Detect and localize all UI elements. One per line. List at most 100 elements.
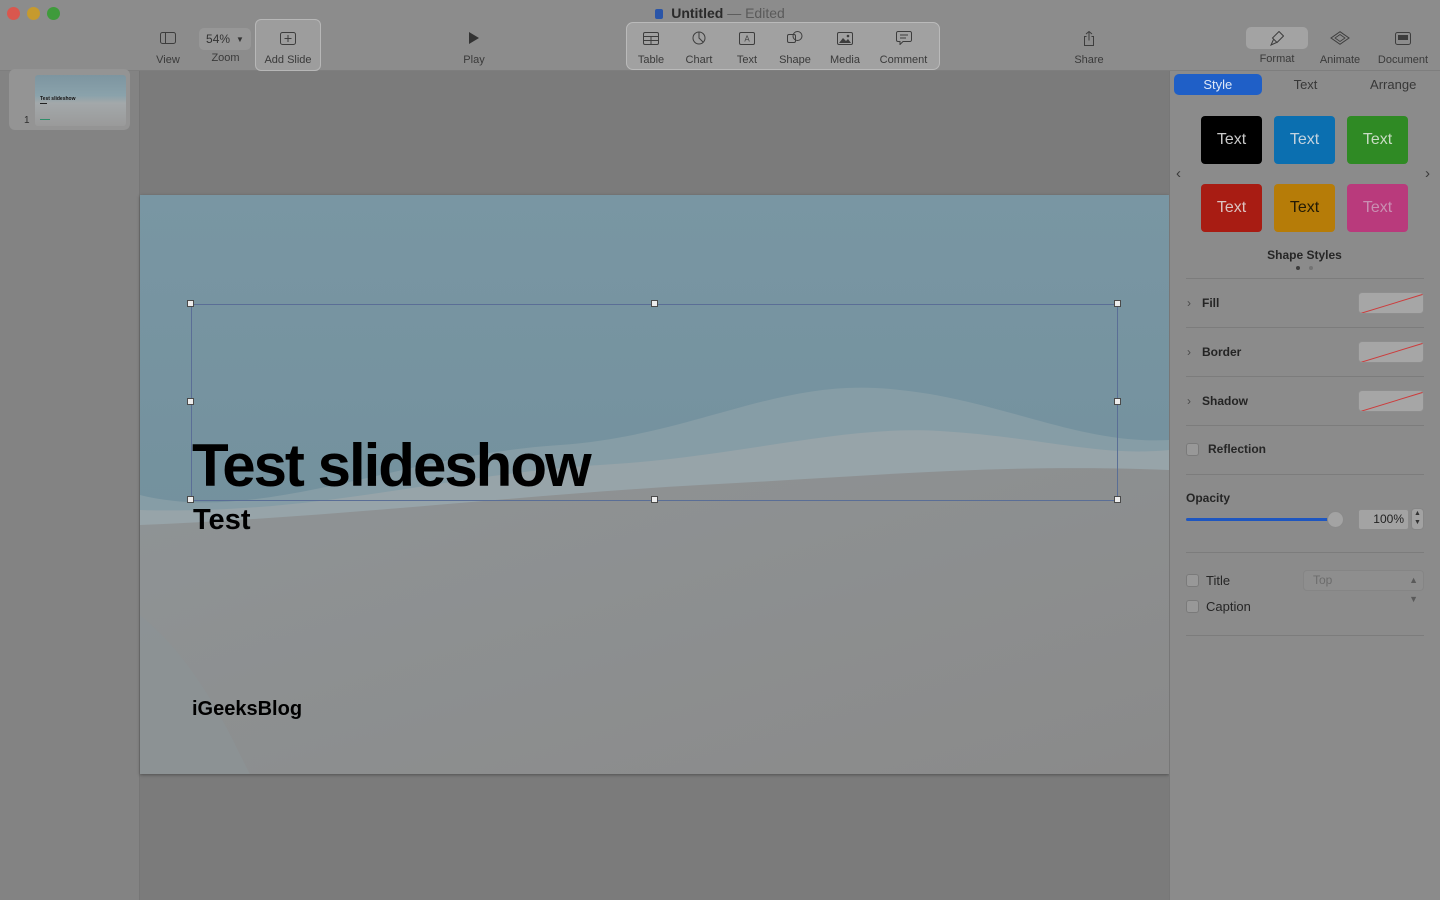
- opacity-field[interactable]: 100%: [1358, 509, 1409, 530]
- shape-icon: [776, 26, 814, 50]
- page-dot[interactable]: [1309, 266, 1313, 270]
- comment-button[interactable]: Comment: [876, 26, 931, 70]
- slide-subtitle[interactable]: Test: [193, 504, 250, 537]
- title-separator: —: [727, 5, 742, 21]
- document-button[interactable]: Document: [1374, 26, 1432, 70]
- view-button[interactable]: View: [148, 26, 188, 70]
- animate-button[interactable]: Animate: [1316, 26, 1364, 70]
- svg-text:A: A: [744, 34, 750, 43]
- slide-footer-text[interactable]: iGeeksBlog: [192, 698, 302, 721]
- divider: [1186, 376, 1424, 377]
- chevron-left-icon[interactable]: ‹: [1176, 165, 1181, 182]
- divider: [1186, 552, 1424, 553]
- inspector-tabs: Style Text Arrange: [1174, 74, 1437, 95]
- resize-handle-top-left[interactable]: [187, 300, 194, 307]
- animate-icon: [1316, 26, 1364, 50]
- title-position-popup[interactable]: Top ▲ ▼: [1303, 570, 1424, 604]
- page-dot-active[interactable]: [1296, 266, 1300, 270]
- text-label: Text: [736, 54, 758, 66]
- shape-style-swatch-5[interactable]: Text: [1274, 184, 1335, 232]
- opacity-stepper[interactable]: ▲ ▼: [1411, 508, 1424, 530]
- shape-style-swatch-4[interactable]: Text: [1201, 184, 1262, 232]
- text-box-icon: A: [730, 26, 764, 50]
- document-label: Document: [1377, 54, 1429, 66]
- play-button[interactable]: Play: [454, 26, 494, 70]
- view-label: View: [156, 54, 180, 66]
- tab-style[interactable]: Style: [1174, 74, 1262, 95]
- animate-label: Animate: [1319, 54, 1361, 66]
- resize-handle-top[interactable]: [651, 300, 658, 307]
- thumbnail-subtitle-line: [40, 103, 47, 104]
- zoom-popup[interactable]: 54% ▼: [199, 28, 251, 50]
- border-disclosure[interactable]: › Border: [1187, 345, 1241, 359]
- shape-style-swatch-1[interactable]: Text: [1201, 116, 1262, 164]
- shape-style-swatch-2[interactable]: Text: [1274, 116, 1335, 164]
- table-icon: [633, 26, 669, 50]
- media-button[interactable]: Media: [826, 26, 864, 70]
- format-button[interactable]: Format: [1249, 53, 1305, 69]
- resize-handle-bottom-left[interactable]: [187, 496, 194, 503]
- window-title: Untitled — Edited: [0, 5, 1440, 21]
- caption-label: Caption: [1206, 599, 1251, 614]
- opacity-slider[interactable]: [1186, 518, 1336, 521]
- resize-handle-bottom-right[interactable]: [1114, 496, 1121, 503]
- title-checkbox[interactable]: [1186, 574, 1199, 587]
- fill-color-well[interactable]: [1358, 292, 1424, 314]
- selection-box[interactable]: [191, 304, 1118, 501]
- reflection-label: Reflection: [1208, 442, 1267, 456]
- play-icon: [454, 26, 494, 50]
- stepper-up-icon: ▲: [1414, 510, 1421, 517]
- chart-icon: [681, 26, 717, 50]
- resize-handle-left[interactable]: [187, 398, 194, 405]
- divider: [1186, 635, 1424, 636]
- thumbnail-footer-line: [40, 119, 50, 120]
- chevron-down-icon: ▼: [236, 34, 244, 44]
- chevron-right-icon[interactable]: ›: [1425, 165, 1430, 182]
- document-name: Untitled: [671, 5, 724, 21]
- zoom-button[interactable]: Zoom: [203, 52, 248, 70]
- format-label: Format: [1259, 53, 1295, 65]
- table-button[interactable]: Table: [633, 26, 669, 70]
- chart-label: Chart: [685, 54, 713, 66]
- shadow-disclosure[interactable]: › Shadow: [1187, 394, 1248, 408]
- resize-handle-right[interactable]: [1114, 398, 1121, 405]
- format-toggle[interactable]: [1246, 27, 1308, 49]
- shape-style-swatch-3[interactable]: Text: [1347, 116, 1408, 164]
- border-color-well[interactable]: [1358, 341, 1424, 363]
- shadow-color-well[interactable]: [1358, 390, 1424, 412]
- border-label: Border: [1202, 345, 1242, 359]
- resize-handle-bottom[interactable]: [651, 496, 658, 503]
- reflection-checkbox[interactable]: [1186, 443, 1199, 456]
- shape-label: Shape: [779, 54, 811, 66]
- chart-button[interactable]: Chart: [681, 26, 717, 70]
- add-slide-button[interactable]: Add Slide: [258, 26, 318, 70]
- divider: [1186, 474, 1424, 475]
- opacity-slider-thumb[interactable]: [1327, 511, 1344, 528]
- slide-number: 1: [24, 115, 30, 126]
- comment-label: Comment: [879, 54, 928, 66]
- slide-thumbnail[interactable]: Test slideshow: [35, 75, 126, 126]
- text-button[interactable]: A Text: [730, 26, 764, 70]
- add-slide-label: Add Slide: [264, 54, 312, 66]
- opacity-label: Opacity: [1186, 491, 1231, 505]
- stepper-down-icon: ▼: [1414, 519, 1421, 526]
- caption-checkbox[interactable]: [1186, 600, 1199, 613]
- share-button[interactable]: Share: [1069, 26, 1109, 70]
- shape-button[interactable]: Shape: [776, 26, 814, 70]
- fill-disclosure[interactable]: › Fill: [1187, 296, 1219, 310]
- sidebar-icon: [148, 26, 188, 50]
- add-slide-icon: [258, 26, 318, 50]
- divider: [1186, 278, 1424, 279]
- resize-handle-top-right[interactable]: [1114, 300, 1121, 307]
- photo-icon: [826, 26, 864, 50]
- tab-arrange[interactable]: Arrange: [1349, 74, 1437, 95]
- share-label: Share: [1074, 54, 1104, 66]
- divider: [1186, 425, 1424, 426]
- tab-text[interactable]: Text: [1262, 74, 1350, 95]
- slide-navigator: [0, 71, 140, 900]
- share-icon: [1069, 26, 1109, 50]
- comment-icon: [876, 26, 931, 50]
- play-label: Play: [463, 54, 485, 66]
- disclosure-icon: ›: [1187, 296, 1191, 310]
- shape-style-swatch-6[interactable]: Text: [1347, 184, 1408, 232]
